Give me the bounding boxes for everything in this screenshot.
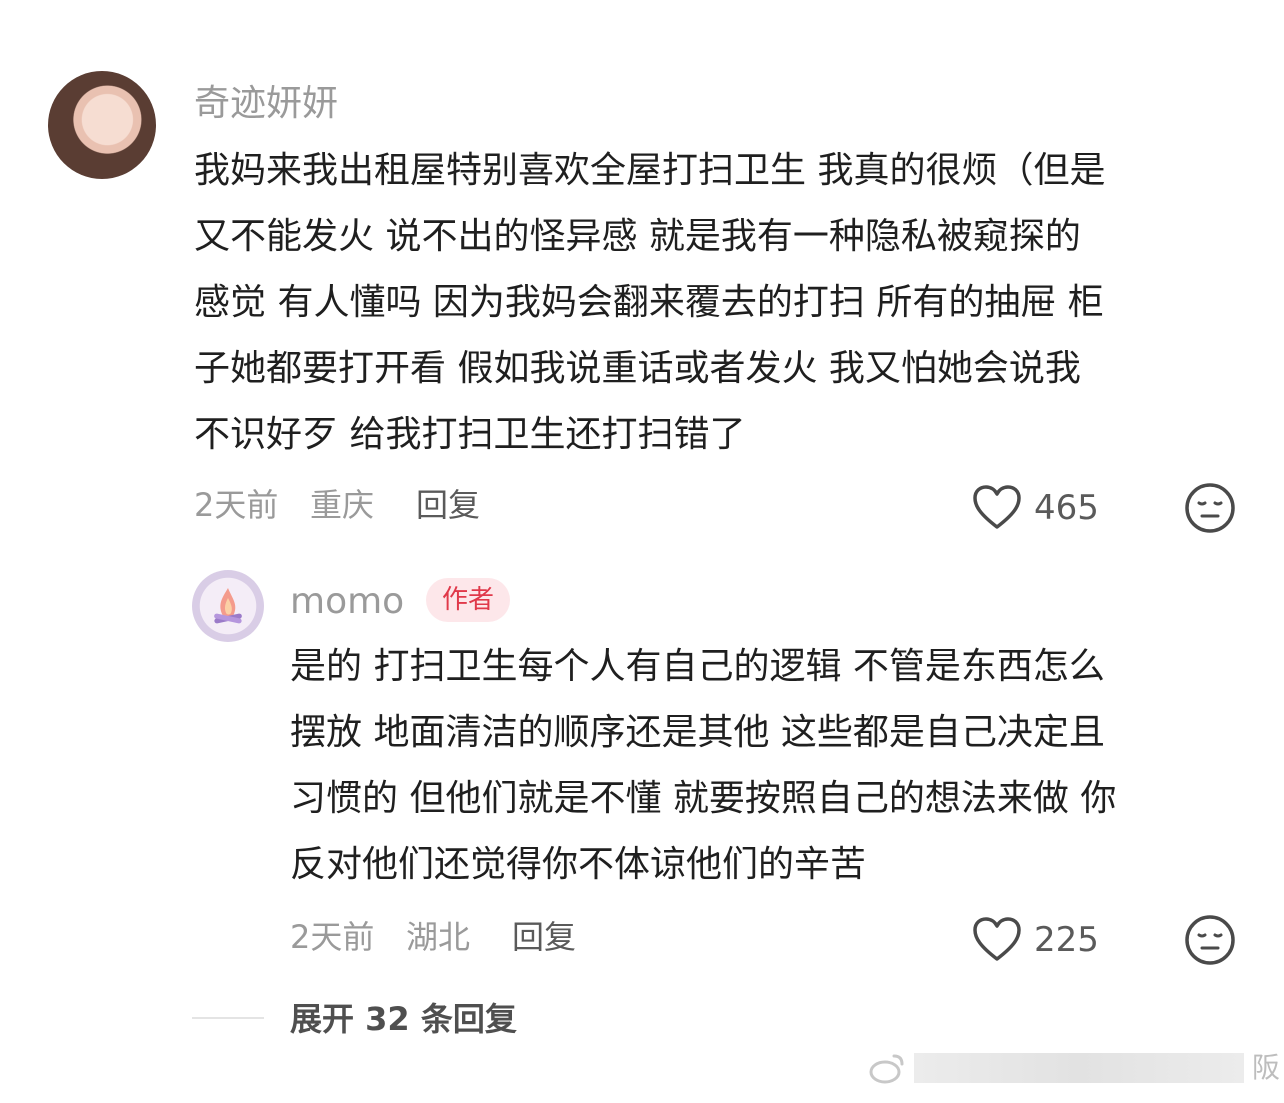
campfire-icon	[214, 588, 242, 624]
reply-like-count: 225	[1034, 920, 1099, 960]
comment-reply-button[interactable]: 回复	[416, 485, 480, 525]
reply-location: 湖北	[406, 918, 471, 956]
comment-line: 感觉 有人懂吗 因为我妈会翻来覆去的打扫 所有的抽屉 柜	[194, 282, 1104, 323]
reply-body: 是的 打扫卫生每个人有自己的逻辑 不管是东西怎么 摆放 地面清洁的顺序还是其他 …	[290, 634, 1250, 898]
reply-avatar[interactable]	[192, 570, 264, 642]
comment-like-count: 465	[1034, 488, 1099, 528]
commenter-username[interactable]: 奇迹妍妍	[194, 82, 338, 126]
comment-line: 又不能发火 说不出的怪异感 就是我有一种隐私被窥探的	[194, 216, 1081, 257]
watermark-blur	[914, 1053, 1244, 1083]
watermark: 阪	[868, 1050, 1280, 1086]
reply-time: 2天前	[290, 918, 375, 956]
author-badge: 作者	[426, 578, 511, 622]
comment-location: 重庆	[310, 486, 375, 524]
commenter-avatar[interactable]	[48, 71, 156, 179]
heart-icon	[972, 916, 1022, 962]
reply-like-button[interactable]	[972, 916, 1022, 962]
comment-time: 2天前	[194, 486, 279, 524]
reply-line: 摆放 地面清洁的顺序还是其他 这些都是自己决定且	[290, 712, 1105, 753]
comment-like-button[interactable]	[972, 484, 1022, 530]
expand-divider	[192, 1017, 264, 1019]
expand-replies-button[interactable]: 展开 32 条回复	[290, 999, 517, 1039]
comment-line: 我妈来我出租屋特别喜欢全屋打扫卫生 我真的很烦（但是	[194, 150, 1106, 191]
dislike-face-icon[interactable]	[1184, 482, 1236, 534]
reply-line: 反对他们还觉得你不体谅他们的辛苦	[290, 844, 867, 885]
comment-line: 子她都要打开看 假如我说重话或者发火 我又怕她会说我	[194, 348, 1081, 389]
reply-username[interactable]: momo	[290, 580, 404, 624]
watermark-text: 阪	[1252, 1051, 1281, 1084]
comment-body: 我妈来我出租屋特别喜欢全屋打扫卫生 我真的很烦（但是 又不能发火 说不出的怪异感…	[194, 138, 1254, 468]
reply-line: 习惯的 但他们就是不懂 就要按照自己的想法来做 你	[290, 778, 1117, 819]
reply-line: 是的 打扫卫生每个人有自己的逻辑 不管是东西怎么	[290, 646, 1105, 687]
dislike-face-icon[interactable]	[1184, 914, 1236, 966]
weibo-logo-icon	[868, 1050, 908, 1086]
comment-line: 不识好歹 给我打扫卫生还打扫错了	[194, 414, 746, 455]
reply-reply-button[interactable]: 回复	[512, 917, 576, 957]
heart-icon	[972, 484, 1022, 530]
